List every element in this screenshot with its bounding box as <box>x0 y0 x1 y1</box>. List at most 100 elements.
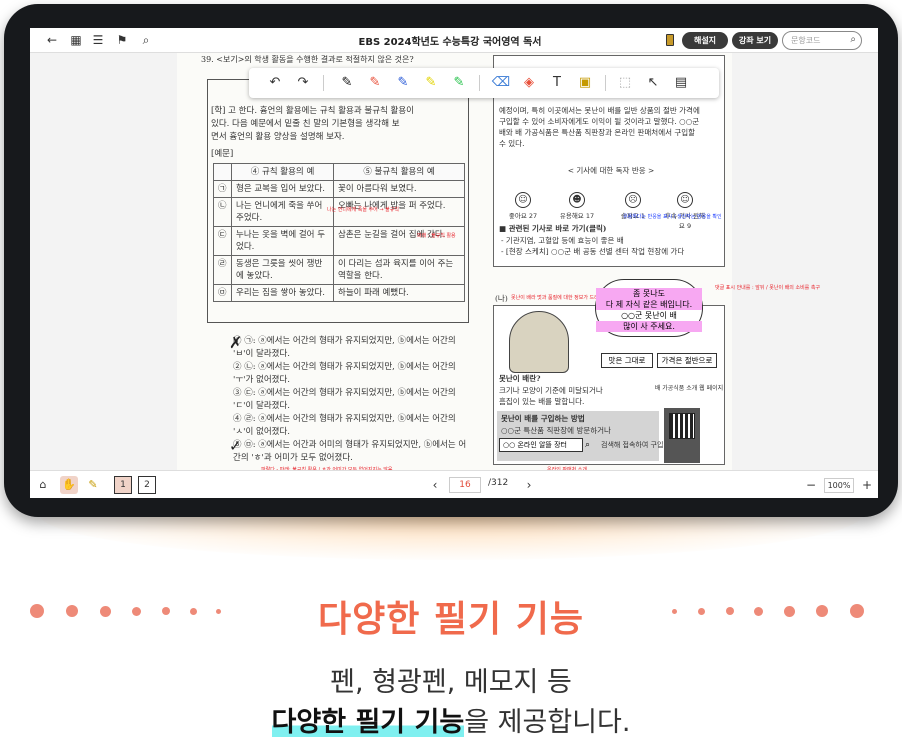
undo-icon[interactable]: ↶ <box>265 73 285 93</box>
ruler-icon[interactable]: ▤ <box>671 73 691 93</box>
table-cell: 삼촌은 눈길을 걸어 집에 갔다. <box>333 226 465 256</box>
smile-icon: ☺ <box>515 192 531 208</box>
red-annotation[interactable]: 파래 : 불규칙 활용 <box>417 233 456 239</box>
answer-option[interactable]: ④ ㉣: ⓐ에서는 어간의 형태가 유지되었지만, ⓑ에서는 어간의 'ㅅ'이 … <box>233 413 473 439</box>
grin-icon: ☻ <box>569 192 585 208</box>
select-pointer-icon[interactable]: ↖ <box>643 73 663 93</box>
article-line: 배와 배 가공식품은 특산품 직판장과 온라인 판매처에서 구입할 <box>499 128 696 137</box>
red-pen-icon[interactable]: ✎ <box>365 73 385 93</box>
answer-option[interactable]: ① ㉠: ⓐ에서는 어간의 형태가 유지되었지만, ⓑ에서는 어간의 'ㅂ'이 … <box>233 335 473 361</box>
red-annotation[interactable]: 나는 언니에게 죽을 쑤어 → 불규칙 <box>327 207 399 213</box>
page-total: /312 <box>488 478 509 488</box>
ugly-pear-desc: 크기나 모양이 기준에 미달되거나 흠집이 있는 배를 말합니다. <box>499 385 649 407</box>
related-link[interactable]: - [현장 스케치] ○○군 배 공동 선별 센터 작업 현장에 가다 <box>501 246 721 257</box>
zoom-in-icon[interactable]: + <box>858 476 876 494</box>
back-arrow-icon[interactable]: ← <box>44 32 60 48</box>
promo-line-1: 펜, 형광펜, 메모지 등 <box>330 667 572 698</box>
store-search-field[interactable]: ○○ 온라인 알뜰 장터 <box>499 438 583 452</box>
toolbar-separator <box>323 75 324 91</box>
answer-option[interactable]: ⑤ ㉤: ⓐ에서는 어간과 어미의 형태가 유지되었지만, ⓑ에서는 어간의 '… <box>233 439 469 465</box>
speech-bubble: 좀 못나도 다 제 자식 같은 배입니다. ○○군 못난이 배 많이 사 주세요… <box>595 279 703 337</box>
magnifier-icon[interactable]: ⌕ <box>585 438 590 452</box>
commentary-button[interactable]: 해설지 <box>682 32 728 49</box>
table-cell: 꽃이 아름다워 보였다. <box>333 180 465 198</box>
black-pen-icon[interactable]: ✎ <box>337 73 357 93</box>
promo-line-2: 다양한 필기 기능을 제공합니다. <box>0 700 902 737</box>
price-button[interactable]: 가격은 절반으로 <box>657 353 717 368</box>
reaction-like[interactable]: ☺ 좋아요 27 <box>503 192 543 220</box>
blue-pen-icon[interactable]: ✎ <box>393 73 413 93</box>
right-page: 예정이며, 특히 이곳에서는 못난이 배를 일반 상품의 절반 가격에 구입할 … <box>467 53 820 473</box>
article-line: 수 있다. <box>499 139 525 148</box>
tablet-frame: ← ▦ ☰ ⚑ ⌕ EBS 2024학년도 수능특강 국어영역 독서 해설지 강… <box>4 4 898 517</box>
question-head: 39. <보기>의 학생 활동을 수행한 결과로 적절하지 않은 것은? <box>201 55 414 64</box>
zoom-out-icon[interactable]: − <box>802 476 820 494</box>
table-cell: 동생은 그릇을 씻어 쟁반에 놓았다. <box>230 255 335 285</box>
reaction-label: 좋아요 27 <box>508 212 538 220</box>
bubble-line: 다 제 자식 같은 배입니다. <box>596 299 702 310</box>
related-title: ■ 관련된 기사로 바로 가기(클릭) <box>499 224 607 233</box>
answer-option[interactable]: ② ㉡: ⓐ에서는 어간의 형태가 유지되었지만, ⓑ에서는 어간의 'ㅜ'가 … <box>233 361 473 387</box>
table-cell: 하늘이 파래 예뻤다. <box>333 284 465 302</box>
promo-line-2-rest: 을 제공합니다. <box>464 707 631 737</box>
qr-code-icon[interactable] <box>669 413 695 439</box>
pencil-icon[interactable]: ✎ <box>84 476 102 494</box>
code-search-input[interactable]: 문항코드 ⌕ <box>782 31 862 50</box>
memo-icon[interactable]: ▣ <box>575 73 595 93</box>
passage-line: 있다. 다음 예문에서 밑줄 친 말의 기본형을 생각해 보 <box>211 119 400 129</box>
prev-page-icon[interactable]: ‹ <box>426 476 444 494</box>
reaction-followup[interactable]: ☺ 후속 기사 원해요 9 <box>665 192 705 230</box>
green-highlighter-icon[interactable]: ✎ <box>449 73 469 93</box>
taste-button[interactable]: 맛은 그대로 <box>601 353 653 368</box>
left-page: 39. <보기>의 학생 활동을 수행한 결과로 적절하지 않은 것은? [학]… <box>177 53 469 473</box>
hand-tool-icon[interactable]: ✋ <box>60 476 78 494</box>
table-header-row: ④ 규칙 활용의 예 ⑤ 불규칙 활용의 예 <box>213 163 465 181</box>
bookmark-icon[interactable]: ⚑ <box>114 32 130 48</box>
grid-icon[interactable]: ▦ <box>68 32 84 48</box>
text-icon[interactable]: T <box>547 73 567 93</box>
table-cell: 이 다리는 섬과 육지를 이어 주는 역할을 한다. <box>333 255 465 285</box>
zoom-level[interactable]: 100% <box>824 478 854 493</box>
qr-label: 배 가공식품 소개 웹 페이지 <box>654 385 724 392</box>
toolbar-separator <box>605 75 606 91</box>
bubble-line: 많이 사 주세요. <box>596 321 702 332</box>
redo-icon[interactable]: ↷ <box>293 73 313 93</box>
shape-icon[interactable]: ◈ <box>519 73 539 93</box>
current-page-input[interactable]: 16 <box>449 477 481 493</box>
pen-toolbar: ↶ ↷ ✎ ✎ ✎ ✎ ✎ ⌫ ◈ T ▣ ⬚ ↖ ▤ <box>249 68 719 98</box>
table-corner <box>213 163 232 181</box>
toc-icon[interactable]: ☰ <box>90 32 106 48</box>
magnifier-icon[interactable]: ⌕ <box>850 34 856 45</box>
answer-option[interactable]: ③ ㉢: ⓐ에서는 어간의 형태가 유지되었지만, ⓑ에서는 어간의 'ㄷ'이 … <box>233 387 473 413</box>
reaction-useful[interactable]: ☻ 유용해요 17 <box>557 192 597 220</box>
bubble-line: ○○군 못난이 배 <box>621 311 677 320</box>
table-cell: 우리는 짐을 쌓아 놓았다. <box>230 284 335 302</box>
yellow-highlighter-icon[interactable]: ✎ <box>421 73 441 93</box>
table-header: ⑤ 불규칙 활용의 예 <box>333 163 465 181</box>
passage-line: 면서 흄언의 활용 양상을 설명해 보자. <box>211 132 345 142</box>
lasso-icon[interactable]: ⬚ <box>615 73 635 93</box>
farmer-illustration <box>509 311 569 373</box>
lecture-button[interactable]: 강좌 보기 <box>732 32 778 49</box>
red-annotation[interactable]: 댓글 표시 안내를 : 앞뒤 / 못난이 배의 소비를 촉구 <box>715 285 820 291</box>
section-b-label: (나) <box>495 294 508 303</box>
document-page: 39. <보기>의 학생 활동을 수행한 결과로 적절하지 않은 것은? [학]… <box>177 53 820 490</box>
page-bookmark-icon[interactable] <box>666 34 674 46</box>
home-icon[interactable]: ⌂ <box>34 476 52 494</box>
article-line: 예정이며, 특히 이곳에서는 못난이 배를 일반 상품의 절반 가격에 <box>499 106 700 115</box>
article-line: 구입할 수 있어 소비자에게도 이익이 될 것이라고 말했다. ○○군 <box>499 117 700 126</box>
single-page-button[interactable]: 1 <box>114 476 132 494</box>
search-icon[interactable]: ⌕ <box>138 32 154 48</box>
table-cell: 나는 언니에게 죽을 쑤어 주었다. <box>230 197 335 227</box>
blue-annotation[interactable]: 유용하다는 반응을 표시 / 생산자는 반응을 확인 <box>623 214 722 220</box>
next-page-icon[interactable]: › <box>520 476 538 494</box>
double-page-button[interactable]: 2 <box>138 476 156 494</box>
table-row: ㉤ 우리는 짐을 쌓아 놓았다. 하늘이 파래 예뻤다. <box>213 284 465 302</box>
related-link[interactable]: - 기관지염, 고혈압 등에 효능이 좋은 배 <box>501 235 721 246</box>
promo-line-2-strong: 다양한 필기 기능 <box>271 707 465 737</box>
article-text: 예정이며, 특히 이곳에서는 못난이 배를 일반 상품의 절반 가격에 구입할 … <box>499 105 723 149</box>
eraser-icon[interactable]: ⌫ <box>491 73 511 93</box>
example-label: [예문] <box>211 149 234 159</box>
buy-guide-desc: ○○군 특산품 직판장에 방문하거나 <box>501 426 611 435</box>
document-title: EBS 2024학년도 수능특강 국어영역 독서 <box>358 37 542 48</box>
